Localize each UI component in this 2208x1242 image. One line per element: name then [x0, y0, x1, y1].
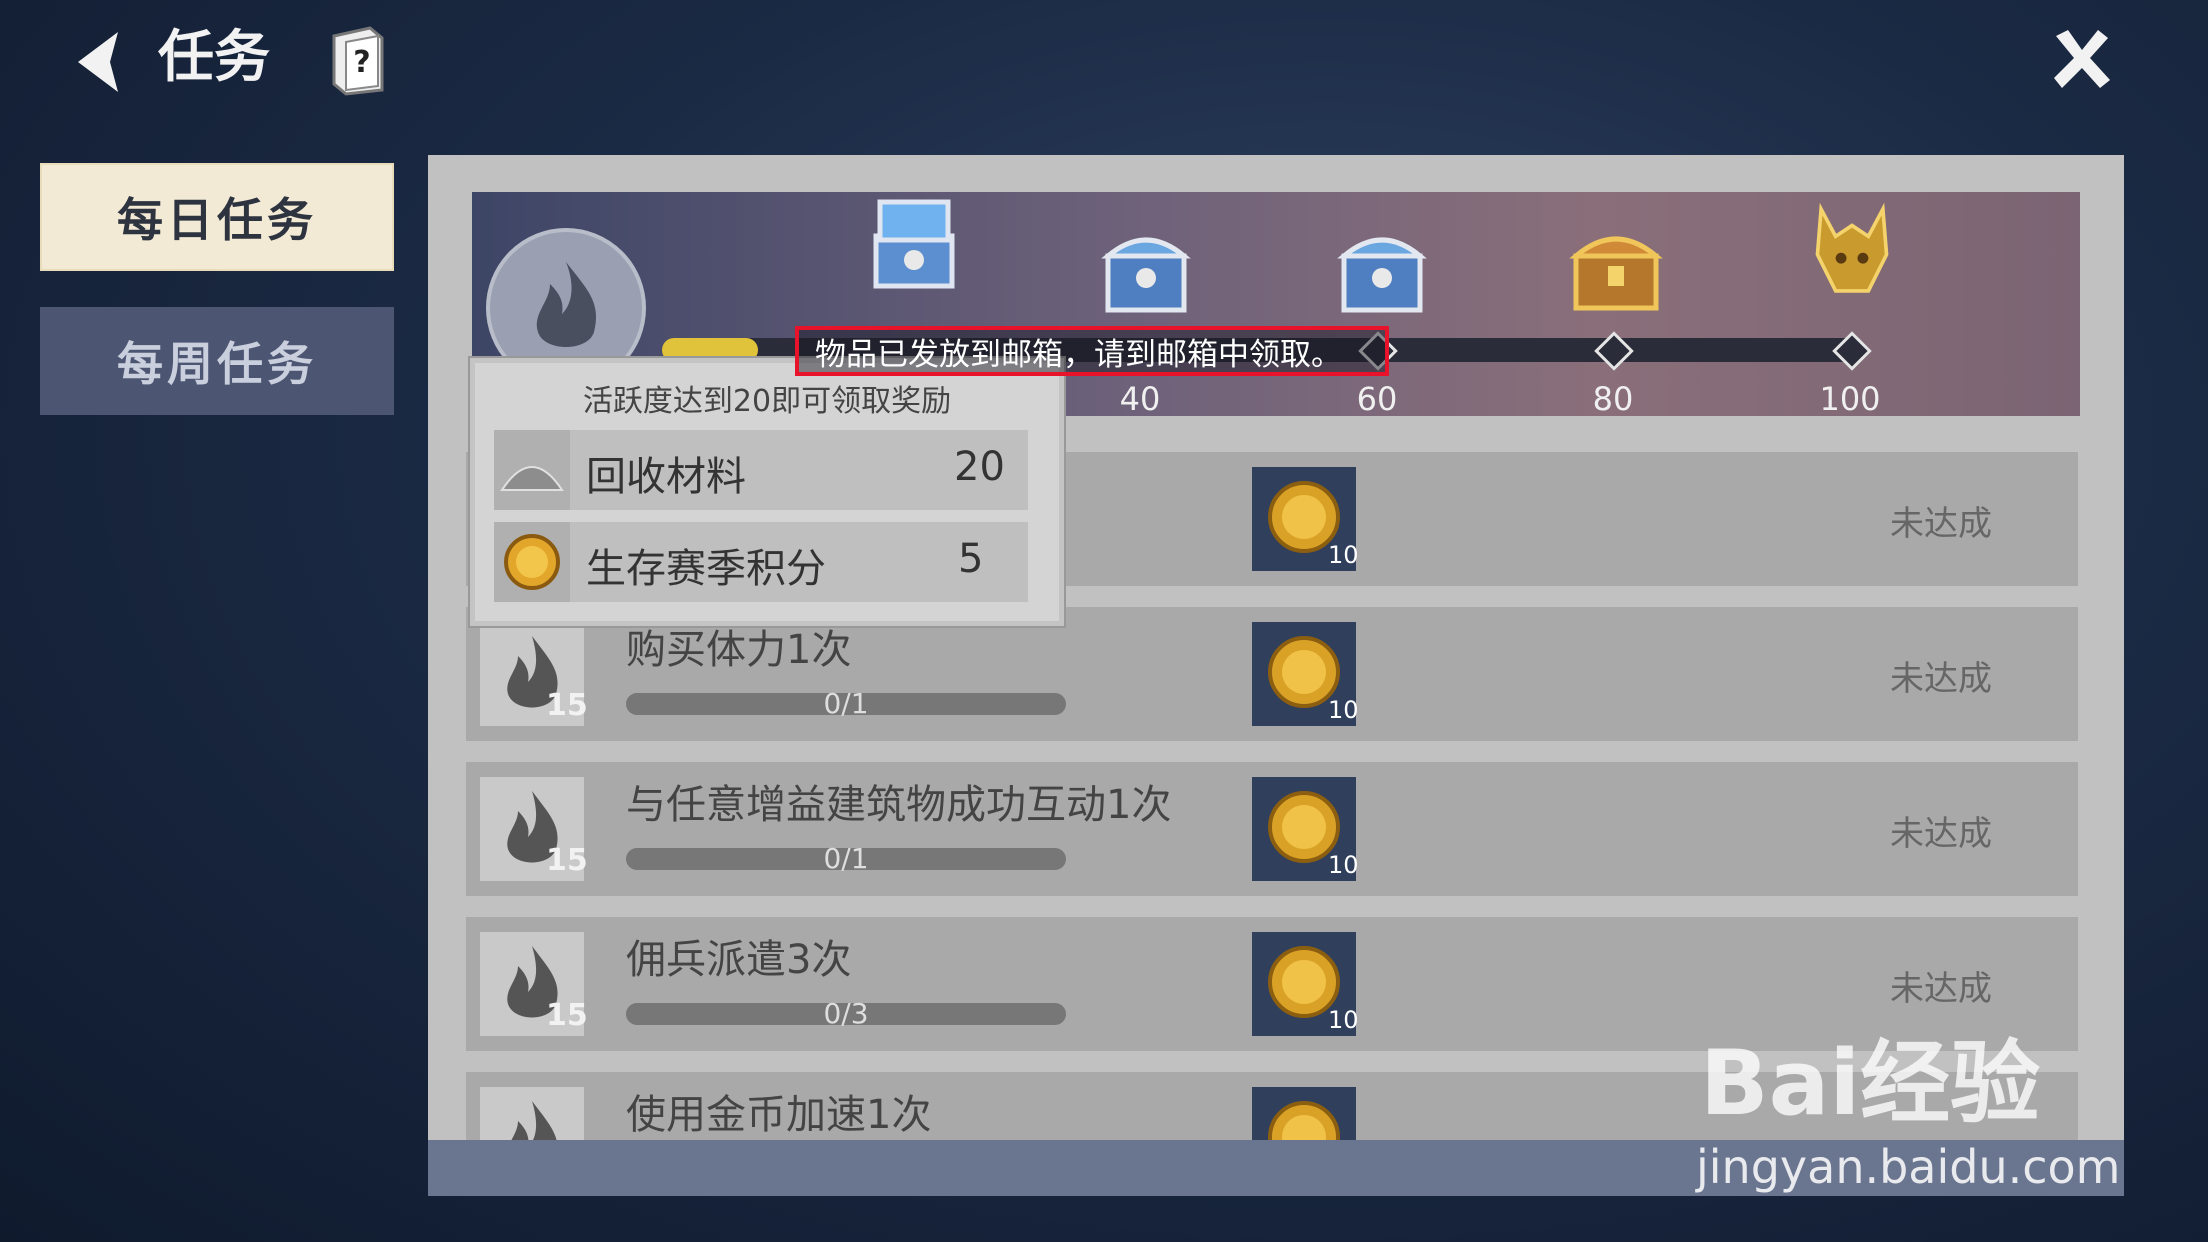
reward-count: 10	[1328, 696, 1359, 724]
reward-item-label: 生存赛季积分	[586, 546, 826, 592]
reward-count: 10	[1328, 1006, 1359, 1034]
help-book-button[interactable]: ?	[326, 24, 388, 96]
chest-60-icon[interactable]	[1330, 220, 1434, 320]
task-reward-slot[interactable]: 10	[1252, 467, 1359, 571]
task-name: 与任意增益建筑物成功互动1次	[626, 782, 1172, 828]
task-name: 佣兵派遣3次	[626, 937, 852, 983]
reward-item-label: 回收材料	[586, 454, 746, 500]
milestone-label-100: 100	[1819, 380, 1881, 418]
task-status: 未达成	[1890, 969, 1992, 1009]
reward-item-value: 5	[958, 536, 984, 582]
reward-count: 10	[1328, 541, 1359, 569]
close-icon	[2054, 30, 2110, 88]
task-progress-text: 0/1	[823, 842, 869, 875]
task-row: 15 购买体力1次 0/1 10 未达成	[466, 607, 2078, 741]
task-points: 15	[546, 998, 588, 1033]
task-progress-text: 0/3	[823, 997, 869, 1030]
chest-100-icon[interactable]	[1800, 200, 1904, 300]
reward-popup-title: 活跃度达到20即可领取奖励	[582, 384, 952, 419]
reward-item-season-points: 生存赛季积分 5	[494, 522, 1028, 602]
watermark-url: jingyan.baidu.com	[1696, 1140, 2121, 1194]
back-arrow-icon	[78, 32, 118, 92]
task-reward-slot[interactable]: 10	[1252, 777, 1359, 881]
mail-notice-toast: 物品已发放到邮箱，请到邮箱中领取。	[795, 326, 1389, 376]
chest-20-icon[interactable]	[862, 196, 966, 296]
chest-80-icon[interactable]	[1564, 216, 1668, 316]
reward-item-value: 20	[954, 444, 1005, 490]
tab-daily-tasks[interactable]: 每日任务	[40, 163, 394, 271]
season-coin-icon	[494, 522, 570, 602]
task-name: 使用金币加速1次	[626, 1092, 932, 1138]
reward-item-material: 回收材料 20	[494, 430, 1028, 510]
milestone-label-80: 80	[1592, 380, 1634, 418]
task-status: 未达成	[1890, 659, 1992, 699]
material-pile-icon	[494, 430, 570, 510]
task-status: 未达成	[1890, 814, 1992, 854]
task-points: 15	[546, 688, 588, 723]
task-flame-icon	[480, 1087, 584, 1140]
svg-text:?: ?	[353, 45, 370, 80]
page-title: 任务	[158, 25, 270, 90]
task-flame-icon: 15	[480, 777, 588, 881]
milestone-label-60: 60	[1356, 380, 1398, 418]
task-points: 15	[546, 843, 588, 878]
task-row: 15 与任意增益建筑物成功互动1次 0/1 10 未达成	[466, 762, 2078, 896]
tab-weekly-tasks[interactable]: 每周任务	[40, 307, 394, 415]
task-flame-icon: 15	[480, 622, 588, 726]
chest-40-icon[interactable]	[1094, 220, 1198, 320]
watermark-brand: Bai经验	[1700, 1031, 2041, 1136]
reward-count: 10	[1328, 851, 1359, 879]
back-button[interactable]	[64, 22, 144, 102]
task-reward-slot[interactable]	[1252, 1087, 1356, 1140]
task-status: 未达成	[1890, 504, 1992, 544]
close-button[interactable]	[2046, 22, 2118, 94]
help-book-icon: ?	[332, 26, 384, 96]
task-progress-text: 0/1	[823, 687, 869, 720]
task-reward-slot[interactable]: 10	[1252, 622, 1359, 726]
gold-coin-icon	[1268, 1101, 1340, 1140]
task-reward-slot[interactable]: 10	[1252, 932, 1359, 1036]
milestone-label-40: 40	[1119, 380, 1161, 418]
task-flame-icon: 15	[480, 932, 588, 1036]
